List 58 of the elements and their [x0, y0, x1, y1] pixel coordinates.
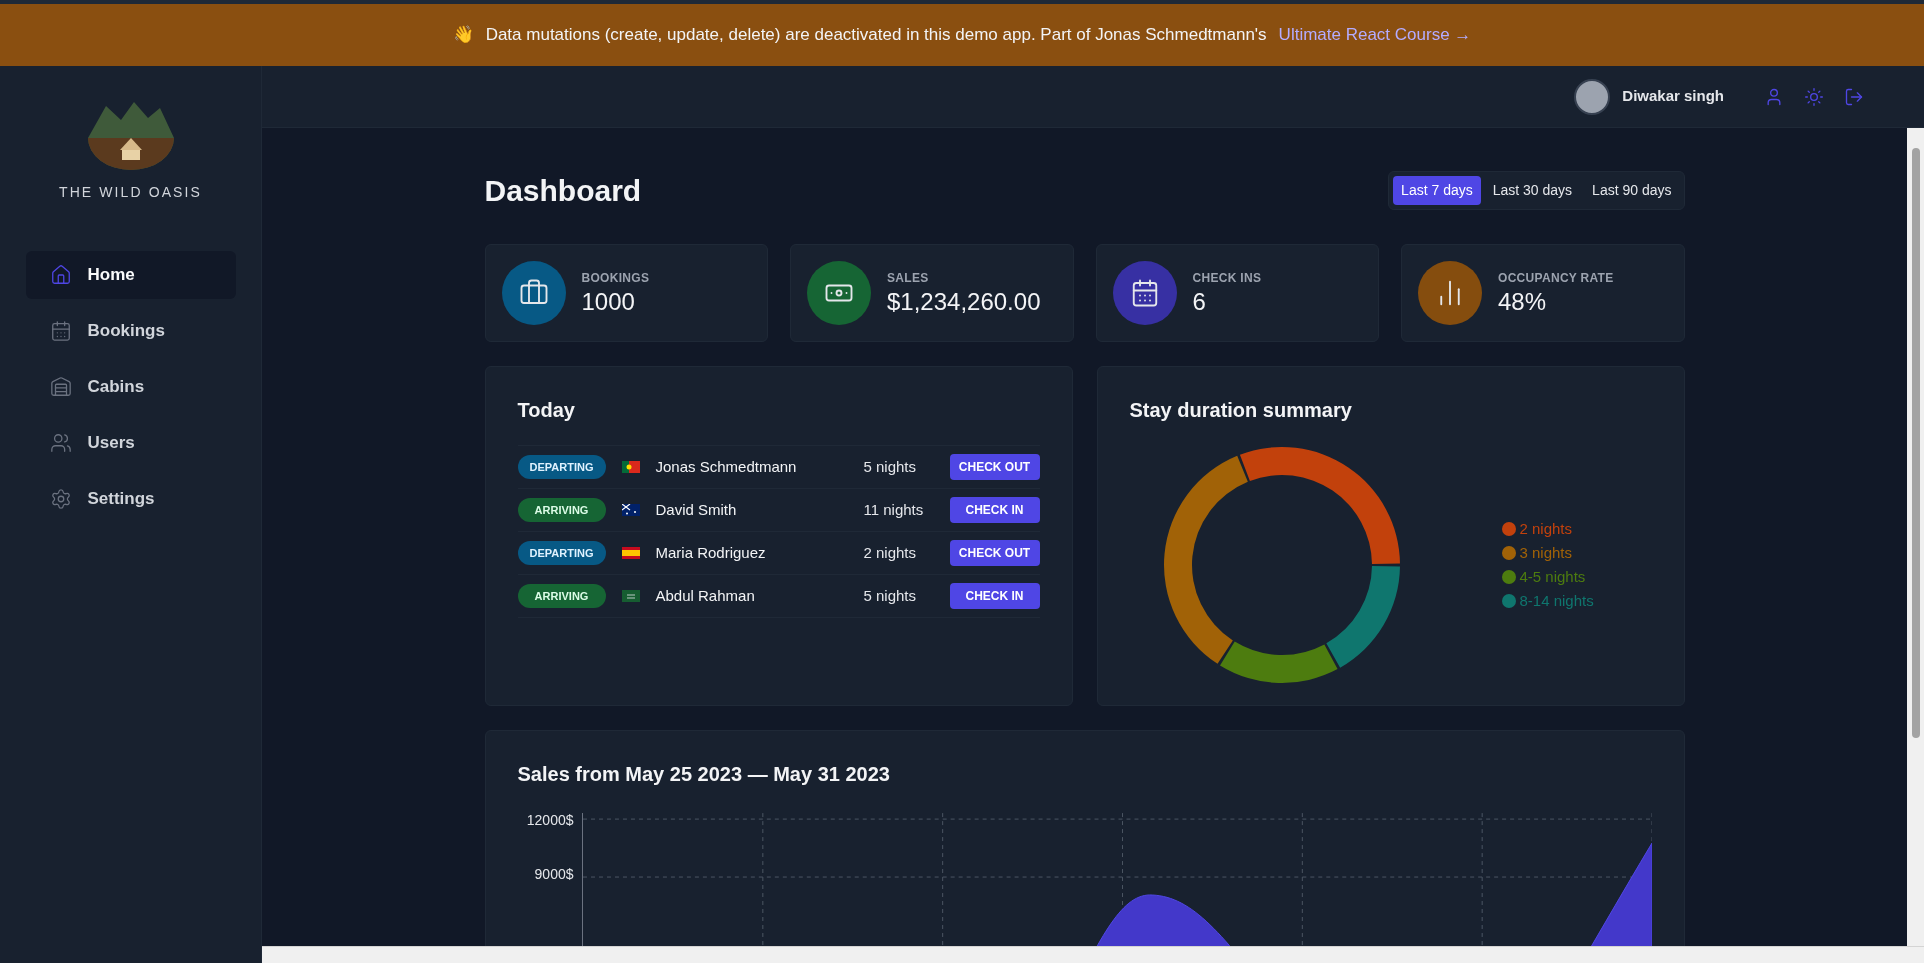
avatar	[1574, 78, 1611, 115]
building-icon	[49, 376, 72, 398]
stat-label: CHECK INS	[1192, 270, 1262, 287]
legend-label: 8-14 nights	[1519, 590, 1594, 611]
nights-count: 5 nights	[863, 456, 918, 477]
guest-name: David Smith	[655, 499, 738, 520]
status-badge: DEPARTING	[517, 454, 606, 480]
guest-name: Maria Rodriguez	[655, 542, 767, 563]
nights-count: 2 nights	[863, 542, 918, 563]
guest-name: Abdul Rahman	[655, 585, 756, 606]
stat-value: 48%	[1498, 287, 1548, 317]
legend-label: 2 nights	[1519, 518, 1573, 539]
waving-hand-emoji: 👋	[452, 24, 474, 47]
logout-icon[interactable]	[1844, 86, 1864, 107]
filter-button[interactable]: Last 30 days	[1484, 175, 1581, 205]
action-button[interactable]: CHECK OUT	[949, 454, 1040, 480]
card-title: Stay duration summary	[1129, 398, 1353, 423]
stat-label: BOOKINGS	[581, 270, 650, 287]
filter-button[interactable]: Last 90 days	[1584, 175, 1680, 205]
stat-value: $1,234,260.00	[887, 287, 1041, 317]
stat-label: OCCUPANCY RATE	[1498, 270, 1614, 287]
users-icon	[49, 432, 72, 454]
flag-icon	[621, 547, 640, 559]
sun-icon[interactable]	[1804, 86, 1824, 107]
nav-item[interactable]: Users	[25, 419, 236, 467]
brand-name: THE WILD OASIS	[59, 183, 202, 202]
status-badge: ARRIVING	[517, 583, 606, 609]
nav-item[interactable]: Home	[25, 251, 236, 299]
flag-icon	[621, 504, 640, 516]
legend-label: 4-5 nights	[1519, 566, 1586, 587]
flag-icon	[621, 590, 640, 602]
banner-text: Data mutations (create, update, delete) are deactivated in this demo app. Part of Jonas Schmedtmann's	[485, 24, 1267, 47]
card-title: Sales from May 25 2023 — May 31 2023	[517, 762, 891, 787]
nights-count: 5 nights	[863, 585, 918, 606]
home-icon	[49, 264, 72, 286]
status-badge: ARRIVING	[517, 497, 606, 523]
y-axis-label: 9000$	[534, 867, 574, 881]
user-name: Diwakar singh	[1622, 86, 1724, 107]
nav-item[interactable]: Settings	[25, 475, 236, 523]
stat-value: 6	[1192, 287, 1207, 317]
filter-button[interactable]: Last 7 days	[1393, 175, 1481, 205]
action-button[interactable]: CHECK IN	[949, 583, 1040, 609]
stat-value: 1000	[581, 287, 636, 317]
status-badge: DEPARTING	[517, 540, 606, 566]
card-title: Today	[517, 398, 576, 423]
action-button[interactable]: CHECK IN	[949, 497, 1040, 523]
page-title: Dashboard	[484, 172, 642, 209]
settings-icon	[49, 488, 72, 510]
nav-item[interactable]: Cabins	[25, 363, 236, 411]
nav-item[interactable]: Bookings	[25, 307, 236, 355]
flag-icon	[621, 461, 640, 473]
calendar-icon	[49, 320, 72, 342]
nights-count: 11 nights	[863, 499, 925, 520]
action-button[interactable]: CHECK OUT	[949, 540, 1040, 566]
legend-label: 3 nights	[1519, 542, 1573, 563]
stat-label: SALES	[887, 270, 930, 287]
y-axis-label: 12000$	[526, 813, 574, 827]
guest-name: Jonas Schmedtmann	[655, 456, 798, 477]
